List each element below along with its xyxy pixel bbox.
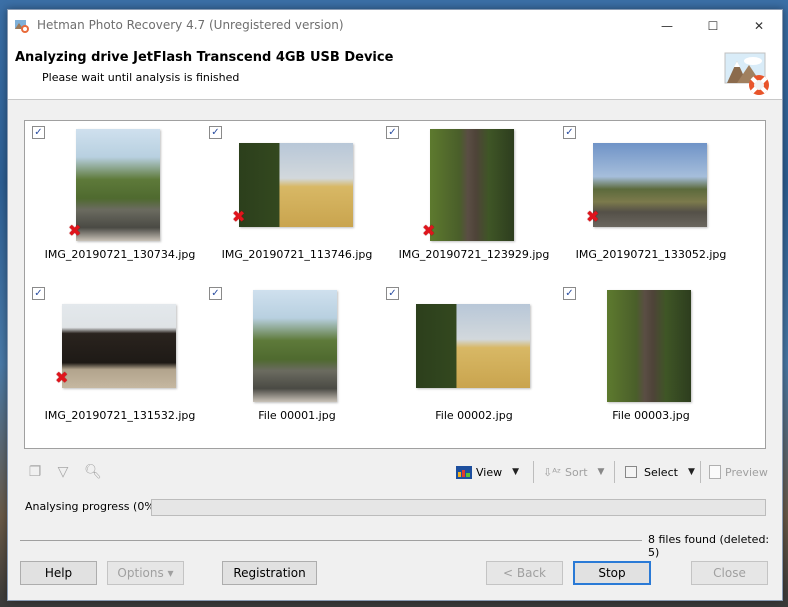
file-thumbnail[interactable]: [416, 304, 530, 388]
preview-icon: [709, 465, 721, 479]
file-thumbnail[interactable]: [239, 143, 353, 227]
maximize-icon: ☐: [707, 18, 719, 33]
file-tile[interactable]: ✓ File 00001.jpg: [207, 285, 377, 435]
window-title: Hetman Photo Recovery 4.7 (Unregistered …: [37, 18, 344, 32]
minimize-icon: —: [661, 18, 673, 33]
file-checkbox[interactable]: ✓: [386, 287, 399, 300]
deleted-mark-icon: ✖: [586, 207, 600, 226]
close-icon: ✕: [753, 18, 765, 33]
file-name: File 00001.jpg: [258, 409, 336, 422]
file-tile[interactable]: ✓ ✖ IMG_20190721_130734.jpg: [30, 124, 200, 274]
file-tile[interactable]: ✓ ✖ IMG_20190721_133052.jpg: [561, 124, 731, 274]
status-divider: [20, 540, 642, 541]
maximize-button[interactable]: ☐: [690, 10, 736, 41]
select-checkbox-icon: [625, 466, 637, 478]
file-name: IMG_20190721_133052.jpg: [575, 248, 727, 261]
find-icon[interactable]: 🔍︎: [84, 463, 102, 481]
select-button[interactable]: Select ▼: [625, 461, 695, 483]
file-checkbox[interactable]: ✓: [563, 126, 576, 139]
minimize-button[interactable]: —: [644, 10, 690, 41]
files-found-status: 8 files found (deleted: 5): [648, 533, 770, 559]
file-thumbnail[interactable]: [430, 129, 514, 241]
page-subtitle: Please wait until analysis is finished: [42, 71, 240, 84]
progress-label: Analysing progress (0%): [25, 500, 160, 513]
file-checkbox[interactable]: ✓: [32, 126, 45, 139]
deleted-mark-icon: ✖: [55, 368, 69, 387]
file-name: IMG_20190721_131532.jpg: [44, 409, 196, 422]
file-name: File 00002.jpg: [435, 409, 513, 422]
deleted-mark-icon: ✖: [68, 221, 82, 240]
file-checkbox[interactable]: ✓: [209, 126, 222, 139]
file-thumbnail-grid[interactable]: ✓ ✖ IMG_20190721_130734.jpg ✓ ✖ IMG_20190721_…: [24, 120, 766, 449]
sort-button[interactable]: ⇩ᴬᶻ Sort ▼: [543, 461, 604, 483]
view-icon: [456, 465, 472, 479]
toolbar-divider: [614, 461, 615, 483]
file-thumbnail[interactable]: [253, 290, 337, 402]
stop-button[interactable]: Stop: [573, 561, 651, 585]
photo-recovery-logo-icon: [724, 52, 769, 95]
options-button[interactable]: Options ▾: [107, 561, 184, 585]
wizard-header: Analyzing drive JetFlash Transcend 4GB U…: [8, 41, 782, 100]
close-button[interactable]: Close: [691, 561, 768, 585]
preview-label: Preview: [725, 465, 768, 479]
file-tile[interactable]: ✓ ✖ IMG_20190721_123929.jpg: [384, 124, 554, 274]
file-checkbox[interactable]: ✓: [563, 287, 576, 300]
toolbar-divider: [533, 461, 534, 483]
file-tile[interactable]: ✓ File 00003.jpg: [561, 285, 731, 435]
select-label: Select: [644, 465, 678, 479]
deleted-mark-icon: ✖: [232, 207, 246, 226]
page-title: Analyzing drive JetFlash Transcend 4GB U…: [15, 50, 394, 65]
view-button[interactable]: View ▼: [456, 461, 519, 483]
file-thumbnail[interactable]: [607, 290, 691, 402]
chevron-down-icon[interactable]: ▼: [688, 467, 695, 477]
analysis-progress-bar: [151, 499, 766, 516]
copy-icon[interactable]: ❐: [26, 463, 44, 481]
file-name: File 00003.jpg: [612, 409, 690, 422]
file-name: IMG_20190721_123929.jpg: [398, 248, 550, 261]
file-tile[interactable]: ✓ ✖ IMG_20190721_131532.jpg: [30, 285, 200, 435]
filter-icon[interactable]: ▽: [54, 463, 72, 481]
file-thumbnail[interactable]: [593, 143, 707, 227]
toolbar-divider: [700, 461, 701, 483]
file-checkbox[interactable]: ✓: [209, 287, 222, 300]
back-button[interactable]: < Back: [486, 561, 563, 585]
sort-label: Sort: [564, 465, 588, 479]
file-name: IMG_20190721_113746.jpg: [221, 248, 373, 261]
preview-button[interactable]: Preview: [709, 461, 768, 483]
app-icon: [15, 20, 29, 33]
title-bar: Hetman Photo Recovery 4.7 (Unregistered …: [8, 10, 782, 41]
file-tile[interactable]: ✓ File 00002.jpg: [384, 285, 554, 435]
file-thumbnail[interactable]: [76, 129, 160, 241]
sort-icon: ⇩ᴬᶻ: [543, 465, 561, 479]
chevron-down-icon[interactable]: ▼: [512, 467, 519, 477]
close-window-button[interactable]: ✕: [736, 10, 782, 41]
file-name: IMG_20190721_130734.jpg: [44, 248, 196, 261]
deleted-mark-icon: ✖: [422, 221, 436, 240]
help-button[interactable]: Help: [20, 561, 97, 585]
file-checkbox[interactable]: ✓: [32, 287, 45, 300]
registration-button[interactable]: Registration: [222, 561, 317, 585]
main-window: Hetman Photo Recovery 4.7 (Unregistered …: [7, 9, 783, 601]
file-thumbnail[interactable]: [62, 304, 176, 388]
file-checkbox[interactable]: ✓: [386, 126, 399, 139]
view-label: View: [476, 465, 503, 479]
chevron-down-icon[interactable]: ▼: [598, 467, 605, 477]
file-toolbar: ❐ ▽ 🔍︎ View ▼ ⇩ᴬᶻ Sort ▼ Select ▼ Previe…: [24, 459, 768, 485]
file-tile[interactable]: ✓ ✖ IMG_20190721_113746.jpg: [207, 124, 377, 274]
